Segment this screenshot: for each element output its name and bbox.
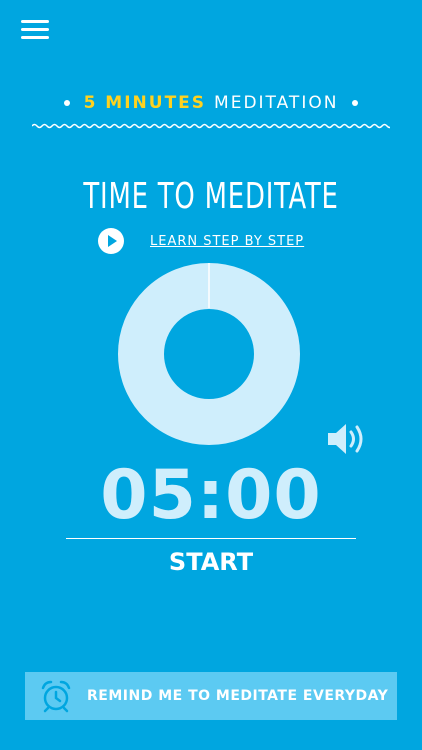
- progress-ring: [118, 263, 300, 445]
- header-dot-right: [352, 100, 359, 106]
- learn-step-by-step-link[interactable]: LEARN STEP BY STEP: [150, 234, 304, 249]
- header-dot-left: [63, 100, 70, 106]
- remind-me-button[interactable]: REMIND ME TO MEDITATE EVERYDAY: [25, 672, 397, 720]
- start-button[interactable]: START: [150, 544, 272, 580]
- menu-bar: [21, 36, 49, 39]
- hamburger-menu-icon[interactable]: [21, 18, 51, 40]
- timer-display: 05:00: [100, 456, 322, 535]
- session-type: MEDITATION: [214, 93, 339, 113]
- remind-me-label: REMIND ME TO MEDITATE EVERYDAY: [87, 688, 389, 704]
- play-icon[interactable]: [98, 228, 124, 254]
- meditation-screen: 5 MINUTES MEDITATION TIME TO MEDITATE LE…: [0, 0, 422, 750]
- timer-divider: [66, 538, 356, 539]
- session-duration: 5 MINUTES: [83, 93, 207, 113]
- menu-bar: [21, 20, 49, 23]
- learn-row: LEARN STEP BY STEP: [98, 228, 304, 254]
- session-header: 5 MINUTES MEDITATION: [0, 90, 422, 116]
- wave-divider: [32, 123, 390, 129]
- menu-bar: [21, 28, 49, 31]
- page-title: TIME TO MEDITATE: [83, 176, 339, 217]
- alarm-clock-icon: [41, 680, 71, 713]
